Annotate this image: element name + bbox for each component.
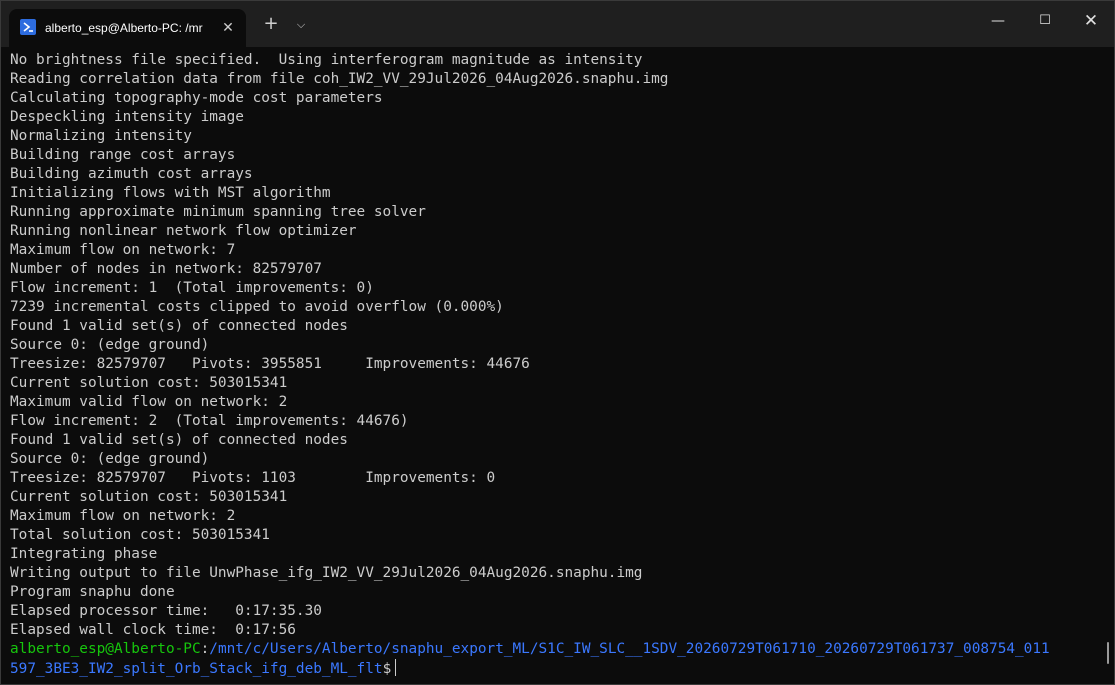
output-line: Reading correlation data from file coh_I… (10, 71, 669, 87)
powershell-icon (20, 19, 36, 35)
output-line: Running approximate minimum spanning tre… (10, 204, 426, 220)
output-line: Treesize: 82579707 Pivots: 1103 Improvem… (10, 470, 496, 486)
output-line: Building range cost arrays (10, 147, 236, 163)
output-line: Program snaphu done (10, 584, 175, 600)
output-line: Building azimuth cost arrays (10, 166, 253, 182)
text-cursor (395, 659, 397, 676)
output-line: Writing output to file UnwPhase_ifg_IW2_… (10, 565, 643, 581)
output-line: Current solution cost: 503015341 (10, 489, 288, 505)
output-line: Found 1 valid set(s) of connected nodes (10, 318, 348, 334)
output-line: Integrating phase (10, 546, 158, 562)
maximize-button[interactable]: ☐ (1022, 1, 1068, 41)
prompt-line: alberto_esp@Alberto-PC:/mnt/c/Users/Albe… (10, 640, 1104, 659)
terminal-output[interactable]: No brightness file specified. Using inte… (10, 51, 1104, 681)
output-line: Treesize: 82579707 Pivots: 3955851 Impro… (10, 356, 530, 372)
output-line: Elapsed wall clock time: 0:17:56 (10, 622, 296, 638)
output-line: Current solution cost: 503015341 (10, 375, 288, 391)
output-line: Flow increment: 1 (Total improvements: 0… (10, 280, 374, 296)
output-line: Source 0: (edge ground) (10, 451, 210, 467)
minimize-button[interactable]: — (975, 1, 1021, 41)
title-bar[interactable]: alberto_esp@Alberto-PC: /mr ✕ + ⌵ — ☐ ✕ (1, 1, 1114, 47)
output-line: Total solution cost: 503015341 (10, 527, 270, 543)
scrollbar-thumb[interactable] (1107, 642, 1109, 664)
output-line: No brightness file specified. Using inte… (10, 52, 643, 68)
prompt-line-continued: 597_3BE3_IW2_split_Orb_Stack_ifg_deb_ML_… (10, 659, 1104, 678)
tab-close-icon[interactable]: ✕ (218, 18, 238, 38)
tab-title: alberto_esp@Alberto-PC: /mr (45, 21, 203, 35)
tab-terminal[interactable]: alberto_esp@Alberto-PC: /mr ✕ (9, 9, 246, 47)
output-line: Initializing flows with MST algorithm (10, 185, 331, 201)
output-line: Elapsed processor time: 0:17:35.30 (10, 603, 322, 619)
prompt-path-continued: 597_3BE3_IW2_split_Orb_Stack_ifg_deb_ML_… (10, 661, 383, 677)
output-line: Source 0: (edge ground) (10, 337, 210, 353)
chevron-down-icon[interactable]: ⌵ (289, 12, 313, 38)
new-tab-button[interactable]: + (257, 12, 285, 38)
prompt-separator: : (200, 641, 210, 657)
prompt-user-host: alberto_esp@Alberto-PC (10, 641, 201, 657)
terminal-window: alberto_esp@Alberto-PC: /mr ✕ + ⌵ — ☐ ✕ … (0, 0, 1115, 685)
output-line: Calculating topography-mode cost paramet… (10, 90, 383, 106)
output-line: 7239 incremental costs clipped to avoid … (10, 299, 504, 315)
output-log: No brightness file specified. Using inte… (10, 51, 1104, 640)
prompt-dollar: $ (382, 661, 392, 677)
output-line: Maximum valid flow on network: 2 (10, 394, 288, 410)
output-line: Maximum flow on network: 7 (10, 242, 236, 258)
output-line: Normalizing intensity (10, 128, 192, 144)
output-line: Despeckling intensity image (10, 109, 244, 125)
output-line: Running nonlinear network flow optimizer (10, 223, 357, 239)
output-line: Found 1 valid set(s) of connected nodes (10, 432, 348, 448)
output-line: Maximum flow on network: 2 (10, 508, 236, 524)
output-line: Number of nodes in network: 82579707 (10, 261, 322, 277)
prompt-path: /mnt/c/Users/Alberto/snaphu_export_ML/S1… (209, 641, 1050, 657)
output-line: Flow increment: 2 (Total improvements: 4… (10, 413, 409, 429)
close-window-button[interactable]: ✕ (1068, 1, 1114, 41)
